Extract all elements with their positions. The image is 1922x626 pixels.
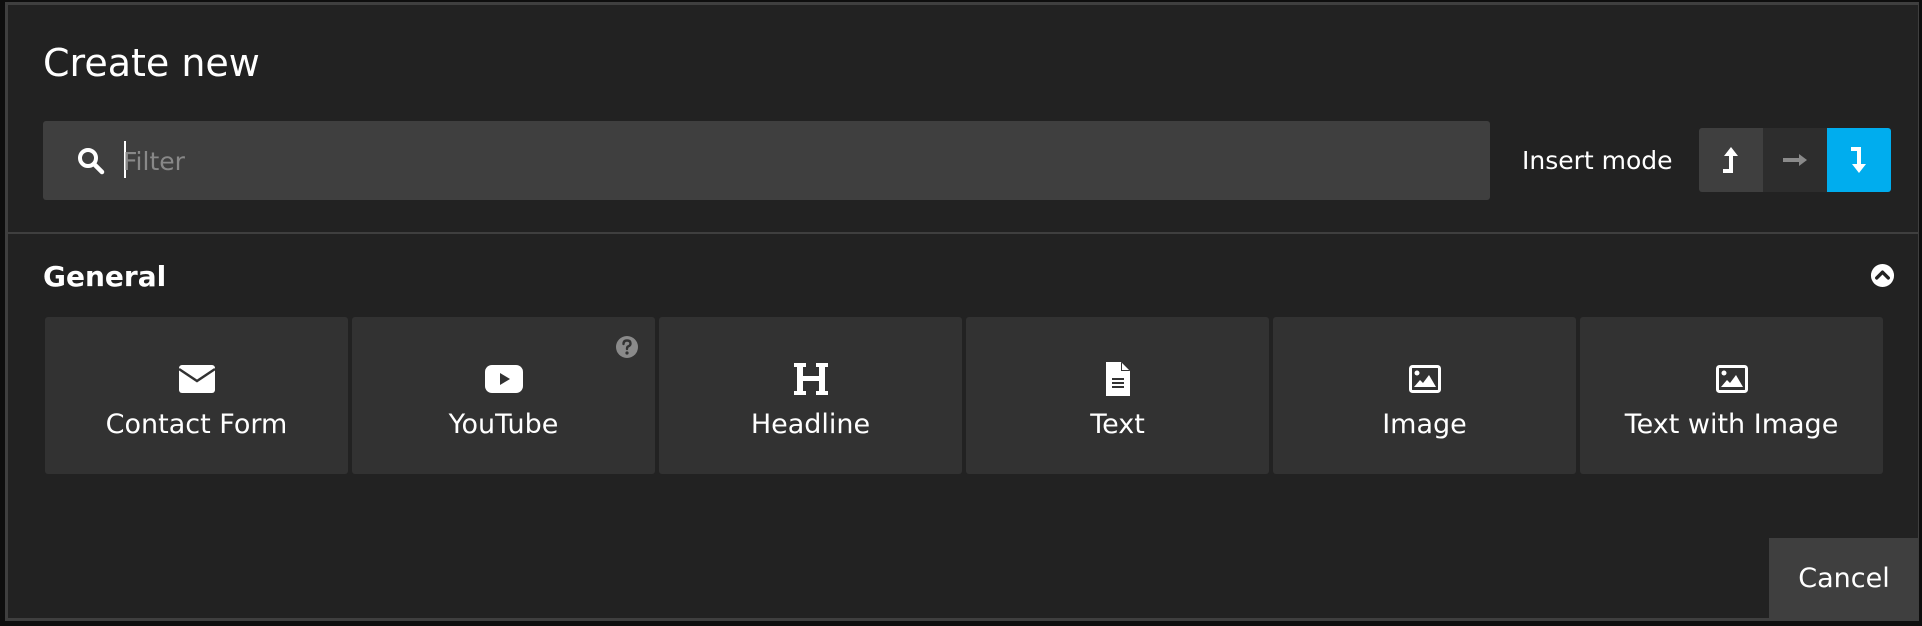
insert-into-button[interactable] [1763, 128, 1827, 192]
search-icon [78, 148, 105, 175]
filter-field[interactable] [43, 121, 1490, 200]
node-type-list: Contact Form YouTube Headline Text Image… [45, 317, 1883, 474]
tile-label: Contact Form [105, 409, 288, 440]
section-title-general: General [43, 260, 167, 293]
help-icon[interactable] [615, 335, 639, 359]
node-type-youtube[interactable]: YouTube [352, 317, 655, 474]
node-type-text[interactable]: Text [966, 317, 1269, 474]
insert-after-button[interactable] [1827, 128, 1891, 192]
cancel-button[interactable]: Cancel [1769, 538, 1919, 618]
insert-mode-group [1699, 128, 1891, 192]
dialog-title: Create new [43, 41, 260, 85]
insert-before-button[interactable] [1699, 128, 1763, 192]
tile-label: YouTube [448, 409, 559, 440]
insert-after-icon [1851, 147, 1866, 173]
node-type-headline[interactable]: Headline [659, 317, 962, 474]
filter-input[interactable] [121, 137, 1465, 185]
insert-into-icon [1783, 154, 1807, 166]
tile-label: Text with Image [1624, 409, 1839, 440]
tile-label: Headline [750, 409, 871, 440]
image-icon [1408, 359, 1441, 399]
youtube-icon [484, 359, 524, 399]
node-type-text-with-image[interactable]: Text with Image [1580, 317, 1883, 474]
section-divider [8, 232, 1918, 234]
tile-label: Image [1382, 409, 1467, 440]
image-icon [1715, 359, 1748, 399]
insert-before-icon [1723, 147, 1738, 173]
tile-label: Text [1090, 409, 1145, 440]
envelope-icon [177, 359, 216, 399]
chevron-up-circle-icon[interactable] [1870, 263, 1895, 288]
insert-mode-label: Insert mode [1522, 146, 1673, 175]
file-text-icon [1105, 359, 1131, 399]
create-new-dialog: Create new Insert mode General [5, 2, 1919, 621]
heading-icon [793, 359, 829, 399]
node-type-image[interactable]: Image [1273, 317, 1576, 474]
node-type-contact-form[interactable]: Contact Form [45, 317, 348, 474]
